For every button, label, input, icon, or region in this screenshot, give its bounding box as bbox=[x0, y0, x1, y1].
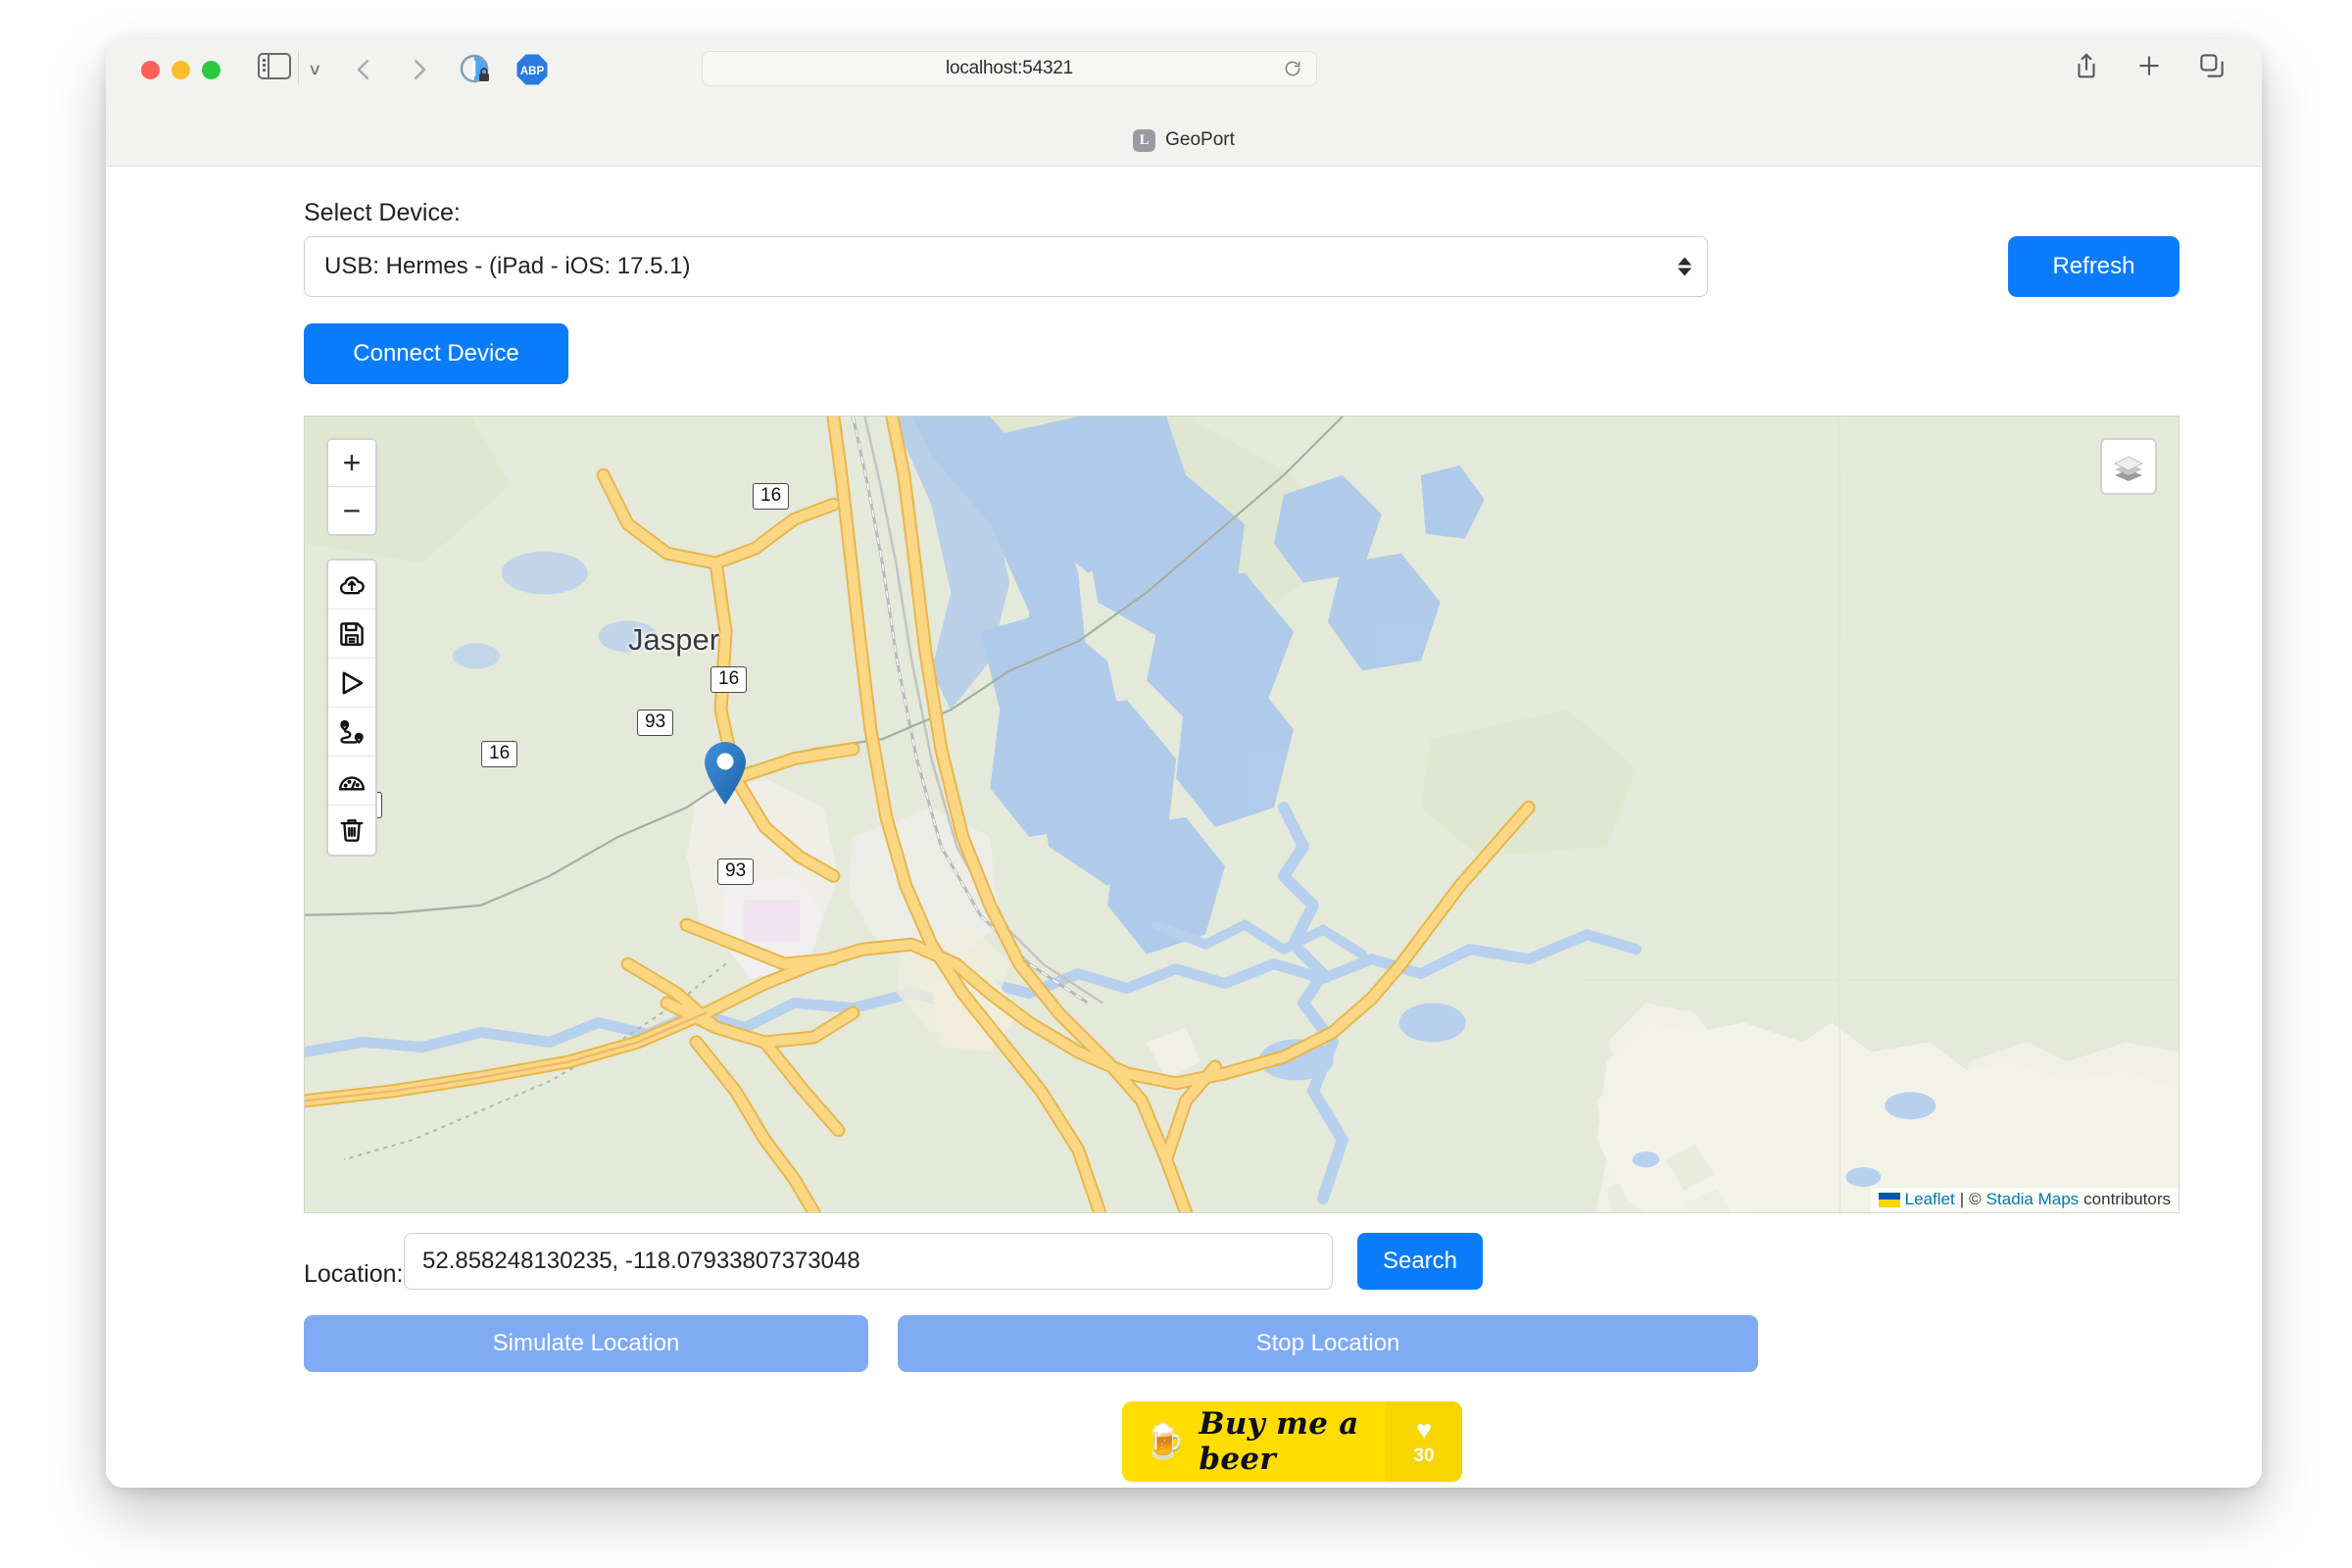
zoom-window-button[interactable] bbox=[202, 61, 220, 79]
save-route-button[interactable] bbox=[328, 610, 375, 659]
connect-device-button[interactable]: Connect Device bbox=[304, 323, 568, 384]
highway-shield: 16 bbox=[753, 483, 790, 510]
stadia-maps-link[interactable]: Stadia Maps bbox=[1986, 1190, 2080, 1209]
map-tiles bbox=[305, 416, 2179, 1212]
select-stepper-icon bbox=[1678, 257, 1691, 276]
heart-icon: ♥ bbox=[1415, 1414, 1433, 1445]
address-bar-url: localhost:54321 bbox=[945, 58, 1074, 78]
speedometer-icon bbox=[339, 775, 365, 790]
toolbar-right-actions bbox=[2072, 51, 2227, 80]
location-label: Location: bbox=[304, 1260, 404, 1288]
zoom-out-button[interactable]: − bbox=[328, 487, 375, 534]
bmc-label-group: 🍺 Buy me a beer bbox=[1122, 1406, 1386, 1477]
sidebar-icon bbox=[258, 53, 291, 79]
route-pins-icon bbox=[340, 719, 364, 744]
minimize-window-button[interactable] bbox=[172, 61, 190, 79]
cloud-upload-icon bbox=[339, 575, 365, 594]
toolbar-divider bbox=[298, 51, 299, 84]
privacy-report-button[interactable] bbox=[459, 53, 492, 86]
device-select[interactable]: USB: Hermes - (iPad - iOS: 17.5.1) bbox=[304, 236, 1708, 297]
zoom-in-button[interactable]: + bbox=[328, 440, 375, 487]
tab-overview-icon[interactable] bbox=[2197, 51, 2227, 80]
create-route-button[interactable] bbox=[328, 708, 375, 757]
set-speed-button[interactable] bbox=[328, 757, 375, 806]
forward-arrow-icon bbox=[415, 60, 426, 79]
share-icon[interactable] bbox=[2072, 51, 2101, 80]
adblock-plus-button[interactable]: ABP bbox=[515, 53, 549, 86]
tab-title[interactable]: GeoPort bbox=[1165, 129, 1235, 151]
highway-shield: 93 bbox=[637, 710, 674, 736]
beer-mug-icon: 🍺 bbox=[1144, 1423, 1186, 1460]
reload-icon[interactable] bbox=[1283, 59, 1302, 78]
leaflet-link[interactable]: Leaflet bbox=[1905, 1190, 1955, 1209]
buy-me-a-beer-button[interactable]: 🍺 Buy me a beer ♥ 30 bbox=[1122, 1401, 1462, 1482]
browser-window: ˅ ABP localhost:54321 L GeoPort Select D… bbox=[106, 39, 2262, 1488]
map-attribution: Leaflet | © Stadia Maps contributors bbox=[1870, 1188, 2179, 1212]
layers-icon bbox=[2114, 456, 2143, 481]
tab-bar: L GeoPort bbox=[106, 115, 2262, 166]
select-device-label: Select Device: bbox=[304, 199, 461, 226]
import-gpx-button[interactable] bbox=[328, 561, 375, 610]
layers-control-button[interactable] bbox=[2100, 438, 2157, 495]
tab-favicon: L bbox=[1133, 128, 1156, 152]
location-input[interactable] bbox=[404, 1233, 1333, 1290]
privacy-lock-icon bbox=[460, 54, 489, 83]
chevron-down-icon[interactable]: ˅ bbox=[310, 61, 320, 81]
address-bar[interactable]: localhost:54321 bbox=[702, 51, 1317, 86]
plus-icon[interactable] bbox=[2134, 51, 2164, 80]
play-icon bbox=[342, 670, 364, 695]
copyright-symbol: © bbox=[1969, 1190, 1982, 1208]
map-place-label: Jasper bbox=[628, 622, 720, 657]
back-arrow-icon bbox=[357, 60, 368, 79]
forward-button[interactable] bbox=[405, 55, 434, 84]
bmc-supporter-count: 30 bbox=[1413, 1445, 1435, 1466]
bmc-label: Buy me a beer bbox=[1199, 1406, 1359, 1477]
location-marker[interactable] bbox=[701, 740, 750, 811]
play-route-button[interactable] bbox=[328, 659, 375, 708]
attribution-separator: | bbox=[1959, 1190, 1965, 1208]
map-tools-control bbox=[326, 559, 377, 857]
traffic-lights bbox=[141, 61, 220, 79]
svg-text:ABP: ABP bbox=[520, 66, 545, 77]
refresh-button[interactable]: Refresh bbox=[2008, 236, 2180, 297]
ukraine-flag-icon bbox=[1878, 1192, 1900, 1207]
bmc-supporters[interactable]: ♥ 30 bbox=[1386, 1401, 1462, 1482]
highway-shield: 16 bbox=[481, 741, 518, 767]
map-canvas[interactable]: Jasper 16 16 16 16 93 93 bbox=[304, 416, 2180, 1213]
highway-shield: 16 bbox=[710, 666, 748, 693]
map-zoom-control: + − bbox=[326, 438, 377, 536]
clear-button[interactable] bbox=[328, 806, 375, 855]
simulate-location-button[interactable]: Simulate Location bbox=[304, 1315, 868, 1372]
sidebar-toggle-button[interactable] bbox=[258, 53, 293, 82]
back-button[interactable] bbox=[349, 55, 378, 84]
trash-icon bbox=[340, 819, 364, 842]
stop-location-button[interactable]: Stop Location bbox=[898, 1315, 1758, 1372]
highway-shield: 93 bbox=[717, 858, 755, 885]
abp-icon: ABP bbox=[516, 54, 548, 85]
page-content: Select Device: USB: Hermes - (iPad - iOS… bbox=[106, 168, 2262, 1488]
close-window-button[interactable] bbox=[141, 61, 160, 79]
save-disk-icon bbox=[340, 621, 364, 646]
attribution-suffix: contributors bbox=[2083, 1190, 2171, 1208]
device-select-value: USB: Hermes - (iPad - iOS: 17.5.1) bbox=[324, 253, 691, 279]
browser-toolbar: ˅ ABP localhost:54321 L GeoPort bbox=[106, 39, 2262, 167]
search-button[interactable]: Search bbox=[1357, 1233, 1483, 1290]
map-pin-icon bbox=[705, 742, 746, 805]
